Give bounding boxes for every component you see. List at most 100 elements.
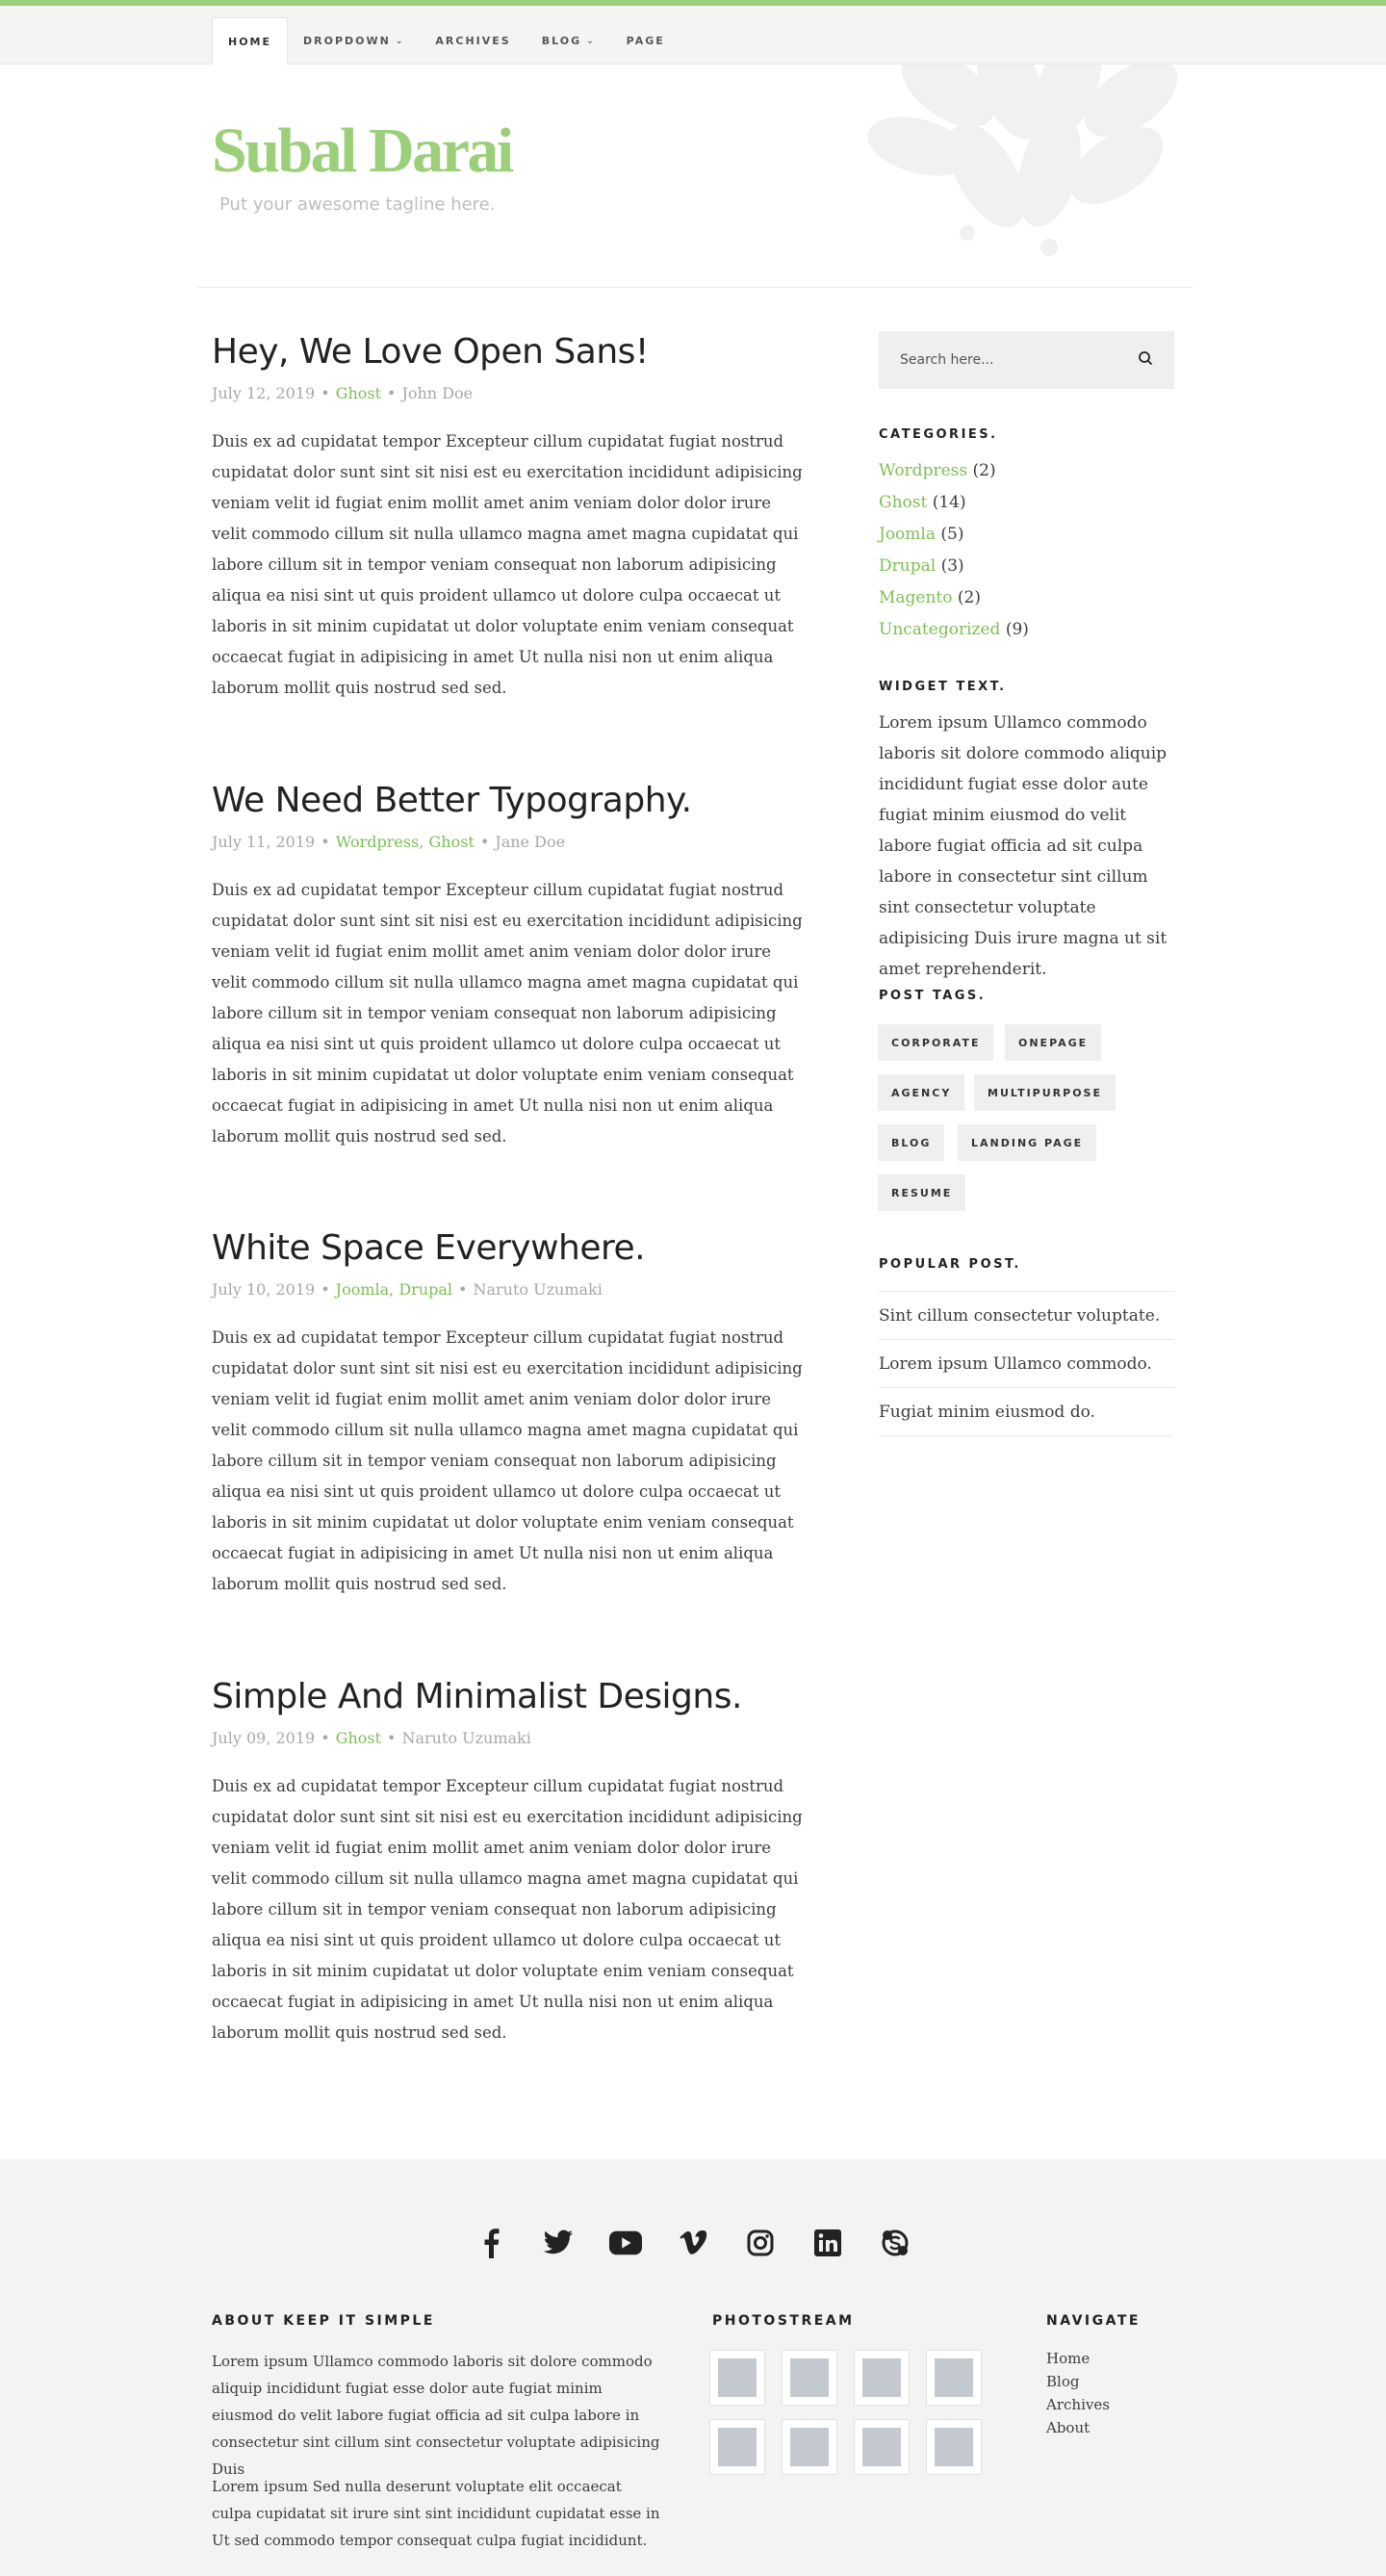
widget-title: WIDGET TEXT. bbox=[879, 680, 1007, 694]
nav-item-label: PAGE bbox=[626, 35, 665, 47]
post-meta: July 10, 2019 • Joomla, Drupal • Naruto Uzum… bbox=[212, 1280, 808, 1299]
post-article: Hey, We Love Open Sans! July 12, 2019 • Gh… bbox=[212, 331, 808, 704]
popular-post-link[interactable]: Sint cillum consectetur voluptate. bbox=[879, 1292, 1174, 1340]
nav-item-label: DROPDOWN bbox=[303, 35, 391, 47]
tags-widget-title: POST TAGS. bbox=[879, 989, 1174, 1003]
nav-item-label: BLOG bbox=[541, 35, 582, 47]
footer-about-title: ABOUT KEEP IT SIMPLE bbox=[212, 2313, 435, 2329]
nav-item-blog[interactable]: BLOG ⌄ bbox=[526, 17, 611, 64]
post-meta: July 09, 2019 • Ghost • Naruto Uzumaki bbox=[212, 1729, 808, 1747]
footer-nav: Home Blog Archives About bbox=[1046, 2347, 1110, 2439]
category-link[interactable]: Joomla bbox=[879, 525, 936, 544]
footer-about-text: Lorem ipsum Ullamco commodo laboris sit … bbox=[212, 2353, 660, 2478]
post-title[interactable]: Simple And Minimalist Designs. bbox=[212, 1676, 808, 1717]
image-placeholder-icon bbox=[718, 2428, 757, 2466]
tag-chip[interactable]: LANDING PAGE bbox=[958, 1124, 1097, 1161]
site-title[interactable]: Subal Darai bbox=[212, 115, 514, 188]
category-item: Drupal (3) bbox=[879, 551, 1174, 582]
footer-nav-link[interactable]: Home bbox=[1046, 2347, 1110, 2370]
meta-separator: • bbox=[321, 384, 330, 403]
tag-chip[interactable]: RESUME bbox=[878, 1174, 966, 1211]
popular-post-link[interactable]: Fugiat minim eiusmod do. bbox=[879, 1388, 1174, 1436]
category-item: Ghost (14) bbox=[879, 487, 1174, 519]
category-count: (2) bbox=[957, 588, 981, 607]
footer-nav-link[interactable]: About bbox=[1046, 2416, 1110, 2439]
photostream-thumbnail[interactable] bbox=[782, 2419, 837, 2475]
skype-icon[interactable] bbox=[879, 2227, 911, 2259]
post-date: July 12, 2019 bbox=[212, 384, 316, 403]
search-input[interactable] bbox=[900, 352, 1092, 368]
image-placeholder-icon bbox=[718, 2358, 757, 2397]
meta-separator: • bbox=[321, 1280, 330, 1300]
image-placeholder-icon bbox=[935, 2358, 973, 2397]
youtube-icon[interactable] bbox=[609, 2227, 642, 2259]
category-link[interactable]: Ghost bbox=[879, 493, 927, 512]
image-placeholder-icon bbox=[935, 2428, 973, 2466]
widget-text: Lorem ipsum Ullamco commodo laboris sit … bbox=[879, 713, 1168, 979]
search-box bbox=[879, 331, 1174, 389]
site-header: Subal Darai Put your awesome tagline her… bbox=[0, 64, 1386, 288]
linkedin-icon[interactable] bbox=[811, 2227, 844, 2259]
vimeo-icon[interactable] bbox=[677, 2227, 709, 2259]
chevron-down-icon: ⌄ bbox=[395, 36, 405, 46]
header-divider bbox=[197, 287, 1194, 288]
post-author: Naruto Uzumaki bbox=[473, 1280, 603, 1300]
nav-item-archives[interactable]: ARCHIVES bbox=[420, 17, 526, 64]
social-links bbox=[0, 2227, 1386, 2259]
image-placeholder-icon bbox=[862, 2428, 901, 2466]
site-tagline: Put your awesome tagline here. bbox=[219, 194, 496, 215]
post-category-link[interactable]: Ghost bbox=[336, 384, 381, 402]
post-date: July 09, 2019 bbox=[212, 1729, 316, 1748]
search-icon[interactable] bbox=[1138, 350, 1153, 370]
tag-chip[interactable]: ONEPAGE bbox=[1005, 1024, 1102, 1061]
category-link[interactable]: Wordpress bbox=[879, 461, 967, 480]
nav-item-page[interactable]: PAGE bbox=[611, 17, 680, 64]
post-article: White Space Everywhere. July 10, 2019 • Jo… bbox=[212, 1227, 808, 1600]
photostream-thumbnail[interactable] bbox=[854, 2419, 910, 2475]
meta-separator: • bbox=[479, 833, 490, 852]
tag-chip[interactable]: BLOG bbox=[878, 1124, 945, 1161]
post-category-link[interactable]: Ghost bbox=[336, 1729, 381, 1747]
category-link[interactable]: Magento bbox=[879, 588, 953, 607]
tag-chip[interactable]: AGENCY bbox=[878, 1074, 965, 1111]
meta-separator: • bbox=[387, 384, 397, 403]
photostream-thumbnail[interactable] bbox=[709, 2419, 765, 2475]
instagram-icon[interactable] bbox=[744, 2227, 777, 2259]
post-title[interactable]: We Need Better Typography. bbox=[212, 780, 808, 821]
photostream-thumbnail[interactable] bbox=[782, 2350, 837, 2406]
photostream-thumbnail[interactable] bbox=[709, 2350, 765, 2406]
post-article: Simple And Minimalist Designs. July 09, … bbox=[212, 1676, 808, 2048]
photostream-thumbnail[interactable] bbox=[854, 2350, 910, 2406]
post-author: John Doe bbox=[401, 384, 474, 403]
post-meta: July 12, 2019 • Ghost • John Doe bbox=[212, 384, 808, 402]
photostream-thumbnail[interactable] bbox=[926, 2350, 982, 2406]
post-author: Naruto Uzumaki bbox=[401, 1729, 531, 1748]
meta-separator: • bbox=[458, 1280, 468, 1300]
post-excerpt: Duis ex ad cupidatat tempor Excepteur ci… bbox=[212, 1328, 803, 1594]
category-link[interactable]: Uncategorized bbox=[879, 620, 1000, 639]
post-category-link[interactable]: Wordpress, Ghost bbox=[336, 833, 475, 851]
meta-separator: • bbox=[387, 1729, 397, 1748]
widget-title: POPULAR POST. bbox=[879, 1257, 1021, 1272]
category-count: (2) bbox=[972, 461, 996, 480]
post-excerpt: Duis ex ad cupidatat tempor Excepteur ci… bbox=[212, 1777, 803, 2043]
post-title[interactable]: Hey, We Love Open Sans! bbox=[212, 331, 808, 373]
text-widget: WIDGET TEXT. Lorem ipsum Ullamco commodo… bbox=[879, 680, 1174, 985]
twitter-icon[interactable] bbox=[542, 2227, 575, 2259]
post-title[interactable]: White Space Everywhere. bbox=[212, 1227, 808, 1269]
photostream-thumbnail[interactable] bbox=[926, 2419, 982, 2475]
tag-chip[interactable]: CORPORATE bbox=[878, 1024, 994, 1061]
footer-nav-link[interactable]: Blog bbox=[1046, 2370, 1110, 2393]
post-category-link[interactable]: Joomla, Drupal bbox=[336, 1280, 452, 1299]
nav-item-home[interactable]: HOME bbox=[212, 17, 289, 64]
footer-about-text: Lorem ipsum Sed nulla deserunt voluptate… bbox=[212, 2478, 660, 2549]
category-count: (5) bbox=[940, 525, 964, 544]
popular-post-link[interactable]: Lorem ipsum Ullamco commodo. bbox=[879, 1340, 1174, 1388]
footer-nav-link[interactable]: Archives bbox=[1046, 2393, 1110, 2416]
nav-item-dropdown[interactable]: DROPDOWN ⌄ bbox=[288, 17, 420, 64]
category-link[interactable]: Drupal bbox=[879, 556, 936, 576]
widget-title: CATEGORIES. bbox=[879, 427, 998, 442]
category-item: Joomla (5) bbox=[879, 519, 1174, 551]
facebook-icon[interactable] bbox=[475, 2227, 507, 2259]
tag-chip[interactable]: MULTIPURPOSE bbox=[974, 1074, 1116, 1111]
